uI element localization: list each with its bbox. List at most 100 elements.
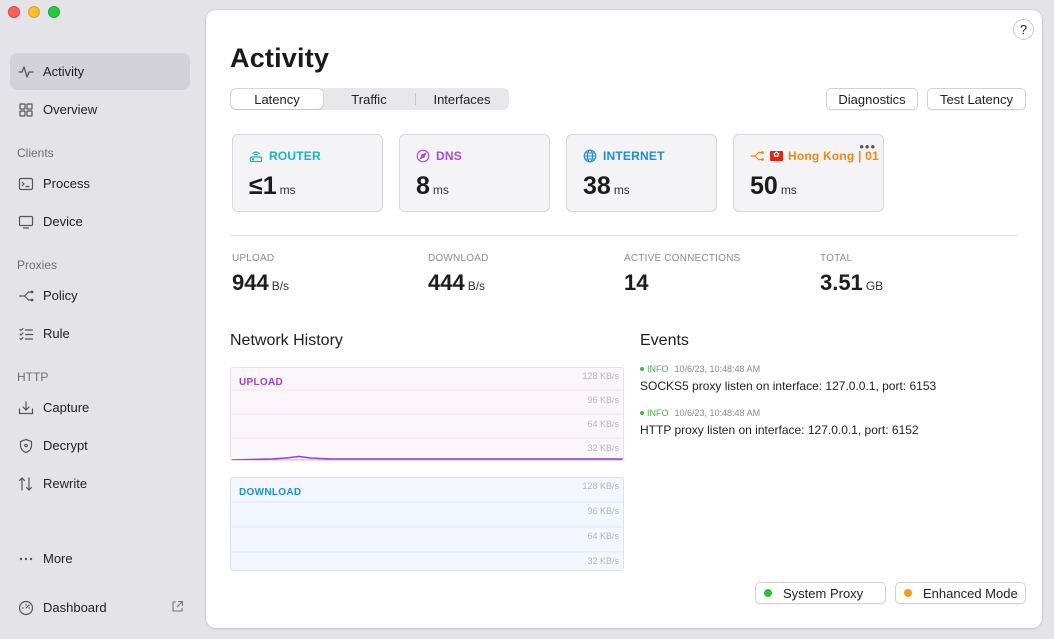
internet-latency-card[interactable]: INTERNET 38 ms bbox=[566, 134, 717, 212]
download-tick-64: 64 KB/s bbox=[587, 531, 619, 541]
internet-latency-value: 38 bbox=[583, 172, 611, 200]
main-panel: ? Activity Latency Traffic Interfaces Di… bbox=[206, 10, 1042, 628]
test-latency-button[interactable]: Test Latency bbox=[927, 88, 1026, 110]
router-icon bbox=[249, 151, 263, 163]
sidebar-item-more[interactable]: More bbox=[10, 540, 190, 577]
sidebar-item-label: Rewrite bbox=[43, 476, 88, 491]
diagnostics-button[interactable]: Diagnostics bbox=[826, 88, 918, 110]
sidebar-item-label: Process bbox=[43, 176, 90, 191]
download-stat-value: 444 bbox=[428, 270, 465, 295]
sidebar-item-label: Activity bbox=[43, 64, 85, 79]
proxy-latency-card[interactable]: ••• Hong Kong | 01 50ms bbox=[733, 134, 884, 212]
download-tick-128: 128 KB/s bbox=[582, 481, 619, 491]
status-dot-orange bbox=[904, 589, 912, 597]
network-history-title: Network History bbox=[230, 332, 343, 349]
dns-latency-value: 8 bbox=[416, 172, 430, 200]
upload-stat-label: UPLOAD bbox=[232, 253, 275, 264]
router-latency-card[interactable]: ROUTER ≤1 ms bbox=[232, 134, 383, 212]
sidebar-item-overview[interactable]: Overview bbox=[10, 91, 190, 128]
upload-tick-64: 64 KB/s bbox=[587, 419, 619, 429]
router-latency-unit: ms bbox=[279, 183, 296, 197]
router-latency-value: ≤1 bbox=[249, 172, 277, 200]
grid-icon bbox=[18, 102, 34, 118]
event-level: INFO bbox=[640, 364, 669, 374]
rewrite-icon bbox=[18, 476, 34, 492]
sidebar-item-label: Rule bbox=[43, 326, 70, 341]
upload-stat-unit: B/s bbox=[271, 279, 290, 293]
upload-stat: UPLOAD 944 B/s bbox=[232, 253, 289, 296]
proxy-label-text: Hong Kong | 01 bbox=[788, 149, 879, 163]
dns-latency-card[interactable]: DNS 8 ms bbox=[399, 134, 550, 212]
active-connections-label: ACTIVE CONNECTIONS bbox=[624, 253, 741, 264]
total-stat: TOTAL 3.51 GB bbox=[820, 253, 883, 296]
sidebar-item-label: Capture bbox=[43, 400, 90, 415]
proxy-latency-value: 50 bbox=[750, 172, 778, 200]
total-stat-unit: GB bbox=[865, 279, 884, 293]
event-time: 10/6/23, 10:48:48 AM bbox=[674, 408, 761, 418]
sidebar-item-label: Overview bbox=[43, 102, 98, 117]
shield-icon bbox=[18, 438, 34, 454]
status-dot-green bbox=[764, 589, 772, 597]
proxy-policy-icon bbox=[750, 151, 764, 161]
sidebar-item-decrypt[interactable]: Decrypt bbox=[10, 427, 190, 464]
system-proxy-label: System Proxy bbox=[783, 585, 864, 601]
internet-latency-unit: ms bbox=[613, 183, 630, 197]
enhanced-mode-toggle[interactable]: Enhanced Mode bbox=[895, 582, 1026, 604]
sidebar-item-device[interactable]: Device bbox=[10, 203, 190, 240]
event-item[interactable]: INFO 10/6/23, 10:48:48 AM HTTP proxy list… bbox=[640, 408, 919, 437]
internet-label-text: INTERNET bbox=[603, 149, 665, 163]
active-connections-stat[interactable]: ACTIVE CONNECTIONS 14 bbox=[624, 253, 740, 296]
system-proxy-toggle[interactable]: System Proxy bbox=[755, 582, 886, 604]
sidebar: Activity Overview Clients Process Device… bbox=[0, 0, 200, 639]
event-level: INFO bbox=[640, 408, 669, 418]
event-item[interactable]: INFO 10/6/23, 10:48:48 AM SOCKS5 proxy li… bbox=[640, 364, 936, 393]
internet-label: INTERNET bbox=[583, 149, 665, 163]
rule-list-icon bbox=[18, 326, 34, 342]
enhanced-mode-label: Enhanced Mode bbox=[923, 585, 1018, 601]
download-stat: DOWNLOAD 444 B/s bbox=[428, 253, 489, 296]
page-title: Activity bbox=[230, 43, 330, 73]
upload-chart-label: UPLOAD bbox=[239, 377, 284, 388]
sidebar-item-capture[interactable]: Capture bbox=[10, 389, 190, 426]
compass-icon bbox=[416, 149, 430, 163]
dns-label: DNS bbox=[416, 149, 462, 163]
external-link-icon[interactable] bbox=[171, 600, 184, 613]
dashboard-icon bbox=[18, 600, 34, 616]
upload-stat-value: 944 bbox=[232, 270, 269, 295]
section-label-clients: Clients bbox=[17, 146, 54, 160]
sidebar-item-process[interactable]: Process bbox=[10, 165, 190, 202]
total-stat-value: 3.51 bbox=[820, 270, 863, 295]
tab-bar: Latency Traffic Interfaces bbox=[230, 88, 509, 110]
sidebar-item-label: More bbox=[43, 551, 73, 566]
tab-traffic[interactable]: Traffic bbox=[323, 89, 415, 109]
sidebar-item-rule[interactable]: Rule bbox=[10, 315, 190, 352]
process-icon bbox=[18, 176, 34, 192]
sidebar-item-label: Decrypt bbox=[43, 438, 88, 453]
sidebar-item-policy[interactable]: Policy bbox=[10, 277, 190, 314]
hong-kong-flag-icon bbox=[770, 150, 783, 161]
monitor-icon bbox=[18, 214, 34, 230]
sidebar-item-label: Dashboard bbox=[43, 600, 107, 615]
sidebar-item-dashboard[interactable]: Dashboard bbox=[10, 589, 190, 626]
globe-icon bbox=[583, 149, 597, 163]
download-tick-32: 32 KB/s bbox=[587, 556, 619, 566]
sidebar-item-label: Policy bbox=[43, 288, 78, 303]
tab-latency[interactable]: Latency bbox=[231, 89, 323, 109]
upload-tick-32: 32 KB/s bbox=[587, 443, 619, 453]
event-message: SOCKS5 proxy listen on interface: 127.0.… bbox=[640, 379, 937, 393]
section-label-proxies: Proxies bbox=[17, 258, 58, 272]
total-stat-label: TOTAL bbox=[820, 253, 853, 264]
dns-label-text: DNS bbox=[436, 149, 462, 163]
sidebar-item-activity[interactable]: Activity bbox=[10, 53, 190, 90]
event-message: HTTP proxy listen on interface: 127.0.0.… bbox=[640, 423, 919, 437]
router-label: ROUTER bbox=[249, 149, 321, 163]
download-history-chart: DOWNLOAD 128 KB/s 96 KB/s 64 KB/s 32 KB/… bbox=[230, 477, 624, 571]
help-button[interactable]: ? bbox=[1013, 19, 1034, 40]
download-chart-label: DOWNLOAD bbox=[239, 487, 302, 498]
ellipsis-icon bbox=[18, 551, 34, 567]
activity-icon bbox=[18, 64, 34, 80]
policy-icon bbox=[18, 288, 34, 304]
tab-interfaces[interactable]: Interfaces bbox=[416, 89, 508, 109]
upload-tick-96: 96 KB/s bbox=[587, 395, 619, 405]
sidebar-item-rewrite[interactable]: Rewrite bbox=[10, 465, 190, 502]
